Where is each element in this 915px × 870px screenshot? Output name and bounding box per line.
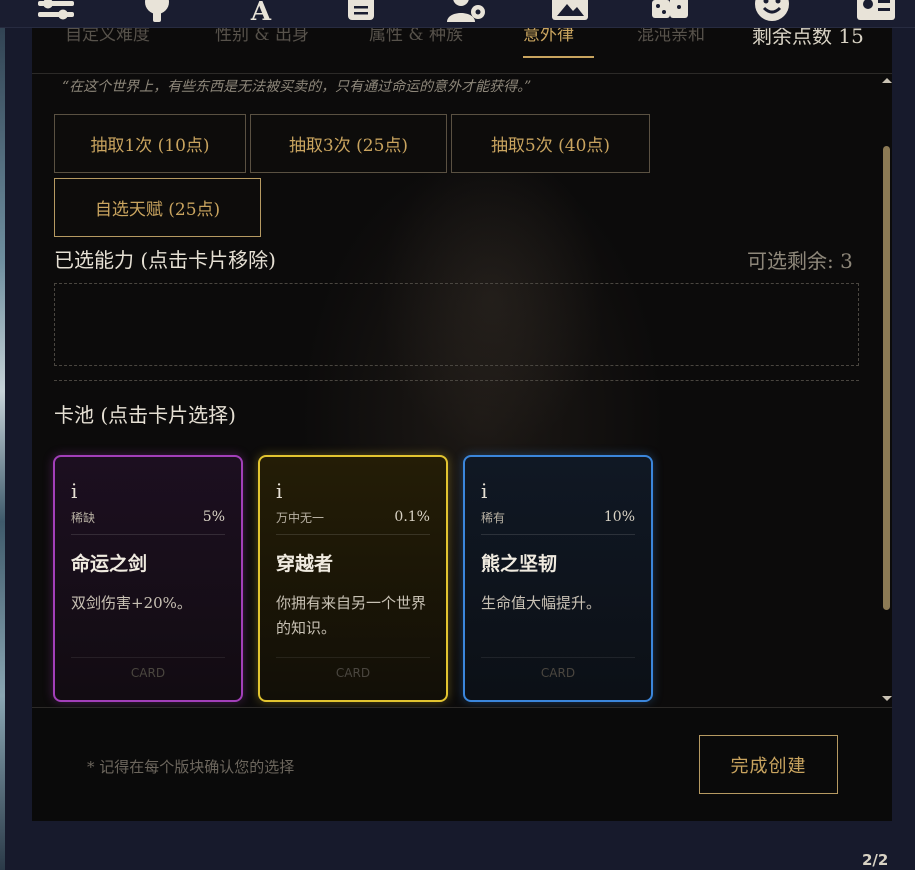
ability-card[interactable]: i 万中无一 0.1% 穿越者 你拥有来自另一个世界的知识。 CARD	[258, 455, 448, 702]
character-creation-panel: 自定义难度 性别 & 出身 属性 & 种族 意外律 混沌亲和 剩余点数 15 “…	[32, 0, 892, 821]
footer-reminder: * 记得在每个版块确认您的选择	[87, 758, 295, 776]
card-divider	[276, 657, 430, 658]
dice-icon[interactable]	[650, 0, 690, 24]
finish-creation-button[interactable]: 完成创建	[699, 735, 838, 794]
card-probability: 5%	[202, 509, 225, 525]
smile-icon[interactable]	[752, 0, 792, 24]
card-probability: 0.1%	[394, 509, 430, 525]
id-card-icon[interactable]	[856, 0, 896, 24]
card-rarity: 稀缺	[71, 511, 96, 525]
font-icon[interactable]: A	[241, 0, 281, 27]
card-description: 生命值大幅提升。	[481, 594, 602, 612]
card-probability: 10%	[603, 509, 635, 525]
card-tag: CARD	[130, 666, 166, 680]
card-tag: CARD	[540, 666, 576, 680]
footer-bar: * 记得在每个版块确认您的选择 完成创建	[32, 707, 892, 821]
draw-3-button[interactable]: 抽取3次 (25点)	[250, 114, 447, 173]
section-divider	[54, 380, 859, 381]
scrollbar-thumb[interactable]	[883, 146, 890, 610]
ability-card[interactable]: i 稀缺 5% 命运之剑 双剑伤害+20%。 CARD	[53, 455, 243, 702]
card-divider	[71, 657, 225, 658]
active-tab-indicator	[523, 56, 594, 58]
info-icon[interactable]: i	[276, 479, 282, 503]
card-name: 命运之剑	[71, 553, 148, 575]
bulb-icon[interactable]	[137, 0, 177, 24]
top-icon-bar: A	[0, 0, 915, 28]
card-divider	[481, 534, 635, 535]
card-description: 双剑伤害+20%。	[71, 594, 192, 612]
info-icon[interactable]: i	[481, 479, 487, 503]
mountain-icon[interactable]	[550, 0, 590, 24]
background-art-strip	[0, 0, 5, 870]
selected-abilities-dropzone[interactable]	[54, 283, 859, 366]
draw-5-button[interactable]: 抽取5次 (40点)	[451, 114, 650, 173]
ability-card[interactable]: i 稀有 10% 熊之坚韧 生命值大幅提升。 CARD	[463, 455, 653, 702]
page-indicator: 2/2	[862, 851, 889, 869]
card-rarity: 万中无一	[276, 511, 325, 525]
scroll-up-arrow-icon[interactable]	[882, 78, 892, 83]
card-name: 穿越者	[276, 553, 334, 575]
card-name: 熊之坚韧	[481, 553, 558, 575]
card-pool-title: 卡池 (点击卡片选择)	[54, 403, 236, 427]
card-divider	[71, 534, 225, 535]
selectable-remaining: 可选剩余: 3	[747, 249, 853, 273]
selected-abilities-title: 已选能力 (点击卡片移除)	[54, 248, 276, 272]
sliders-icon[interactable]	[36, 0, 76, 24]
svg-text:A: A	[250, 0, 272, 24]
scroll-icon[interactable]	[342, 0, 382, 24]
card-divider	[481, 657, 635, 658]
card-divider	[276, 534, 430, 535]
info-icon[interactable]: i	[71, 479, 77, 503]
flavor-quote: “在这个世界上，有些东西是无法被买卖的，只有通过命运的意外才能获得。”	[62, 79, 532, 95]
draw-1-button[interactable]: 抽取1次 (10点)	[54, 114, 246, 173]
choose-talent-button[interactable]: 自选天赋 (25点)	[54, 178, 261, 237]
card-rarity: 稀有	[481, 511, 506, 525]
user-gear-icon[interactable]	[446, 0, 486, 24]
card-tag: CARD	[335, 666, 371, 680]
scroll-down-arrow-icon[interactable]	[882, 696, 892, 701]
card-description: 你拥有来自另一个世界的知识。	[276, 594, 427, 637]
